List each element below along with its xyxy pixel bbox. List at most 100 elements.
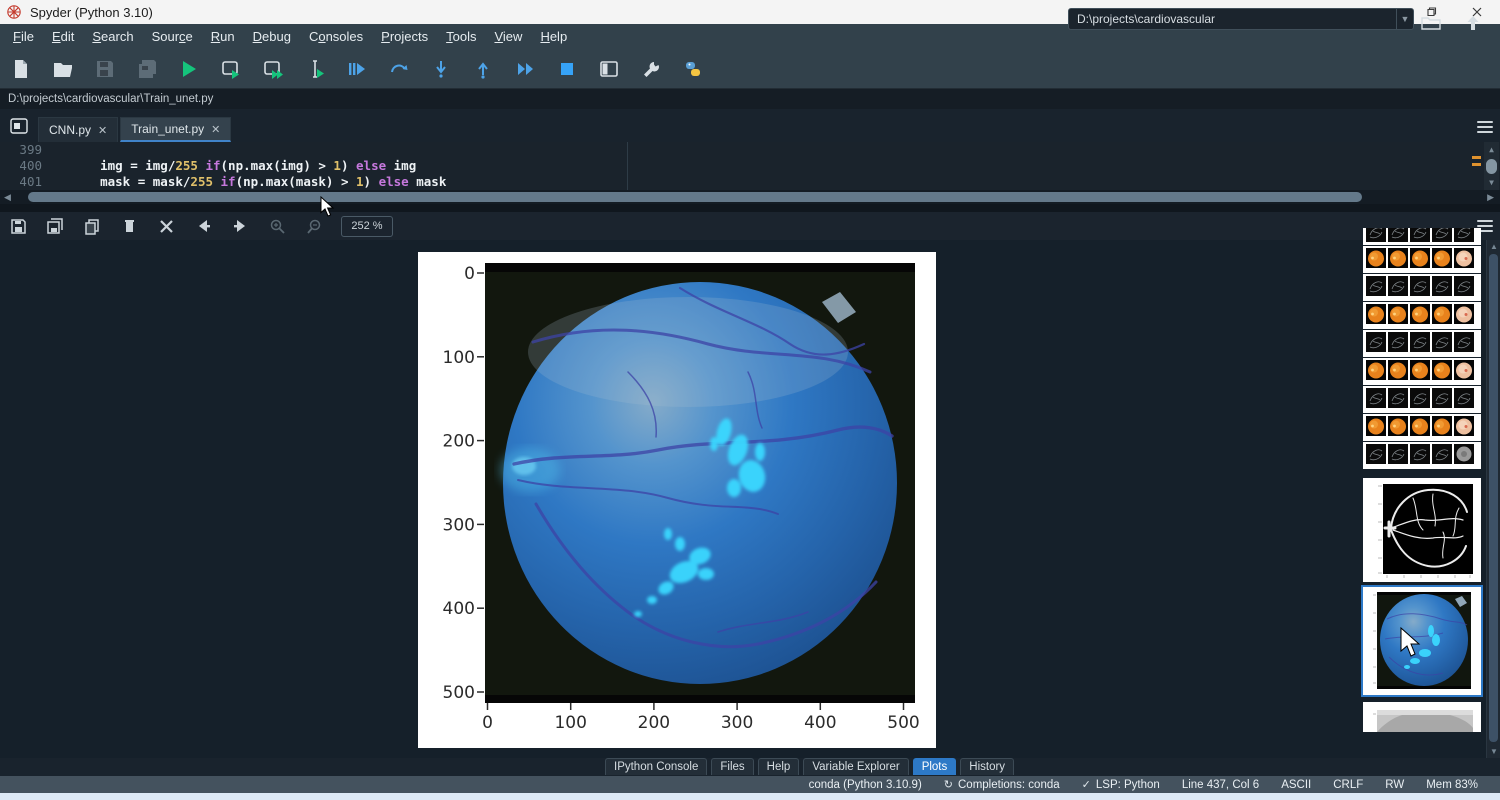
pane-tab-plots[interactable]: Plots: [913, 758, 957, 775]
python-path-button[interactable]: [672, 52, 714, 86]
previous-plot-button[interactable]: [185, 213, 222, 239]
menu-edit[interactable]: Edit: [43, 26, 83, 47]
remove-all-plots-button[interactable]: [148, 213, 185, 239]
plot-thumbnail-grid-masks-gray[interactable]: [1363, 442, 1481, 469]
menu-tools[interactable]: Tools: [437, 26, 485, 47]
editor-tab-Train_unet.py[interactable]: Train_unet.py✕: [120, 117, 231, 142]
editor-tab-CNN.py[interactable]: CNN.py✕: [38, 117, 118, 142]
menu-run[interactable]: Run: [202, 26, 244, 47]
scroll-right-icon[interactable]: ▶: [1487, 192, 1494, 203]
save-plot-button[interactable]: [0, 213, 37, 239]
plot-thumbnail-grid-masks[interactable]: [1363, 330, 1481, 357]
close-tab-icon[interactable]: ✕: [98, 124, 107, 137]
browse-tabs-button[interactable]: [8, 116, 30, 136]
debug-file-button[interactable]: [336, 52, 378, 86]
run-selection-button[interactable]: [294, 52, 336, 86]
zoom-in-button[interactable]: [259, 213, 296, 239]
code-editor[interactable]: 399400 img = img/255 if(np.max(img) > 1)…: [0, 142, 1500, 190]
plots-scrollbar[interactable]: ▲ ▼: [1486, 240, 1500, 758]
plot-thumbnail-grid-fundus[interactable]: [1363, 302, 1481, 329]
menu-debug[interactable]: Debug: [244, 26, 300, 47]
save-all-button[interactable]: [126, 52, 168, 86]
menu-consoles[interactable]: Consoles: [300, 26, 372, 47]
step-return-button[interactable]: [462, 52, 504, 86]
plot-thumbnail-gray[interactable]: [1363, 702, 1481, 732]
code-text: mask = mask/255 if(np.max(mask) > 1) els…: [56, 174, 446, 190]
new-file-button[interactable]: [0, 52, 42, 86]
stop-button[interactable]: [546, 52, 588, 86]
preferences-button[interactable]: [630, 52, 672, 86]
remove-plot-button[interactable]: [111, 213, 148, 239]
svg-text:400: 400: [443, 599, 475, 619]
editor-horizontal-scrollbar[interactable]: ◀ ▶: [0, 190, 1500, 204]
open-file-button[interactable]: [42, 52, 84, 86]
run-file-icon: [179, 59, 199, 79]
menu-source[interactable]: Source: [143, 26, 202, 47]
svg-text:100: 100: [554, 713, 586, 733]
scroll-up-icon[interactable]: ▲: [1487, 242, 1500, 251]
next-plot-button[interactable]: [222, 213, 259, 239]
scroll-left-icon[interactable]: ◀: [4, 192, 11, 203]
step-into-button[interactable]: [420, 52, 462, 86]
pane-separator[interactable]: [0, 204, 1500, 212]
plot-thumbnail-vessel[interactable]: [1363, 478, 1481, 582]
pane-tab-variable-explorer[interactable]: Variable Explorer: [803, 758, 908, 775]
continue-button[interactable]: [504, 52, 546, 86]
line-length-guide: [627, 142, 628, 190]
thumbnail-cell: [1366, 388, 1386, 408]
scroll-up-icon[interactable]: ▲: [1484, 145, 1499, 154]
pane-tab-files[interactable]: Files: [711, 758, 753, 775]
scrollbar-thumb[interactable]: [1486, 159, 1497, 174]
run-selection-icon: [305, 59, 325, 79]
menu-help[interactable]: Help: [531, 26, 576, 47]
plot-thumbnail-grid-fundus[interactable]: [1363, 246, 1481, 273]
run-cell-button[interactable]: [210, 52, 252, 86]
browse-directory-button[interactable]: [1410, 6, 1452, 40]
thumbnail-cell: [1432, 388, 1452, 408]
save-all-plots-button[interactable]: [37, 213, 74, 239]
save-button[interactable]: [84, 52, 126, 86]
thumbnail-cell: [1366, 228, 1386, 242]
scroll-down-icon[interactable]: ▼: [1487, 747, 1500, 756]
run-current-line-icon: [389, 59, 409, 79]
parent-directory-button[interactable]: [1452, 6, 1494, 40]
plot-thumbnail-grid-masks[interactable]: [1363, 228, 1481, 245]
thumbnail-cell: [1432, 416, 1452, 436]
plot-thumbnail-grid-fundus[interactable]: [1363, 414, 1481, 441]
menu-projects[interactable]: Projects: [372, 26, 437, 47]
copy-plot-button[interactable]: [74, 213, 111, 239]
close-tab-icon[interactable]: ✕: [211, 123, 220, 136]
scrollbar-thumb[interactable]: [1489, 254, 1498, 742]
working-directory-combobox[interactable]: D:\projects\cardiovascular ▼: [1068, 8, 1414, 30]
pane-tab-history[interactable]: History: [960, 758, 1014, 775]
menu-file[interactable]: File: [4, 26, 43, 47]
zoom-out-button[interactable]: [296, 213, 333, 239]
pane-tab-help[interactable]: Help: [758, 758, 800, 775]
status-item: Line 437, Col 6: [1182, 779, 1259, 791]
menu-search[interactable]: Search: [83, 26, 142, 47]
svg-text:400: 400: [804, 713, 836, 733]
maximize-pane-button[interactable]: [588, 52, 630, 86]
svg-text:500: 500: [887, 713, 919, 733]
plot-thumbnail-grid-masks[interactable]: [1363, 386, 1481, 413]
editor-options-menu-icon[interactable]: [1477, 121, 1493, 133]
menu-view[interactable]: View: [485, 26, 531, 47]
line-number: 400: [0, 158, 56, 174]
thumbnail-cell: [1432, 276, 1452, 296]
run-file-button[interactable]: [168, 52, 210, 86]
pane-tab-ipython-console[interactable]: IPython Console: [605, 758, 707, 775]
plot-thumbnail-retina[interactable]: [1363, 587, 1481, 695]
scroll-down-icon[interactable]: ▼: [1484, 178, 1499, 187]
editor-vertical-scrollbar[interactable]: ▲ ▼: [1484, 142, 1499, 190]
thumbnail-cell: [1366, 248, 1386, 268]
code-line[interactable]: 401 mask = mask/255 if(np.max(mask) > 1)…: [0, 174, 1500, 190]
plot-thumbnail-grid-fundus[interactable]: [1363, 358, 1481, 385]
code-line[interactable]: 399: [0, 142, 1500, 158]
thumbnail-cell: [1410, 416, 1430, 436]
plot-thumbnail-grid-masks[interactable]: [1363, 274, 1481, 301]
run-cell-advance-button[interactable]: [252, 52, 294, 86]
code-line[interactable]: 400 img = img/255 if(np.max(img) > 1) el…: [0, 158, 1500, 174]
run-current-line-button[interactable]: [378, 52, 420, 86]
spyder-logo-icon: [6, 4, 22, 20]
scrollbar-thumb[interactable]: [28, 192, 1362, 202]
